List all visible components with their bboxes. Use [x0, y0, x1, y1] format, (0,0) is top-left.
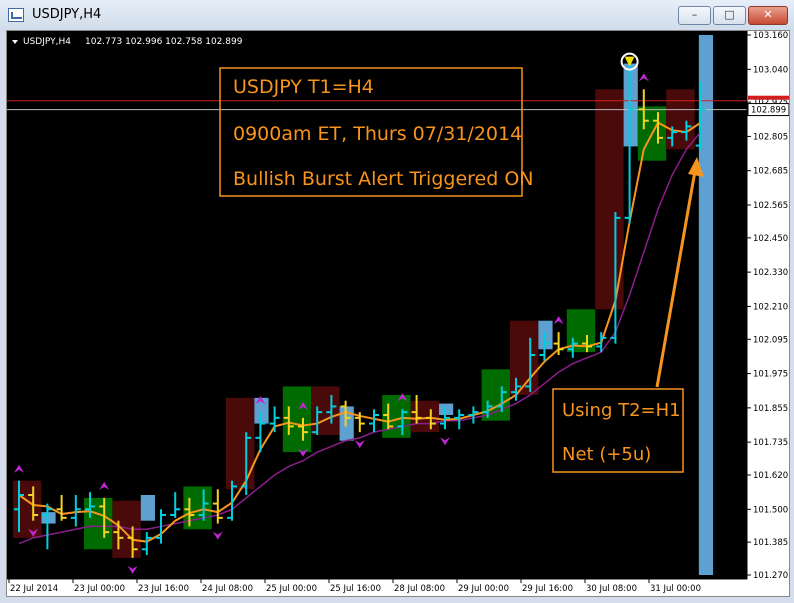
price-tick-label: 102.805: [753, 132, 788, 142]
annotation-line-3: Bullish Burst Alert Triggered ON: [233, 168, 534, 190]
time-axis: 22 Jul 2014 23 Jul 00:00 23 Jul 16:00 24 Ju…: [7, 578, 747, 596]
chart-symbol: USDJPY,H4: [23, 37, 71, 47]
time-tick-label: 25 Jul 16:00: [330, 584, 381, 594]
time-tick-label: 30 Jul 08:00: [586, 584, 637, 594]
arrow-up-marker-icon: [99, 481, 110, 490]
annotation-arrow-line: [655, 170, 697, 388]
zone-maroon: [226, 397, 255, 490]
zone-green: [382, 395, 411, 438]
arrow-up-marker-icon: [553, 316, 564, 325]
maximize-button[interactable]: □: [713, 6, 746, 25]
arrow-down-marker-icon: [127, 565, 138, 574]
zone-blue: [140, 495, 155, 521]
ohlc-bar: [369, 409, 379, 433]
ohlc-bar: [269, 406, 280, 433]
arrow-down-marker-icon: [354, 440, 365, 449]
arrow-down-marker-icon: [440, 437, 450, 446]
price-tick-label: 102.450: [753, 234, 788, 244]
time-tick-label: 23 Jul 16:00: [138, 584, 189, 594]
price-tick-label: 101.855: [753, 404, 788, 414]
zone-green: [84, 497, 113, 550]
ohlc-bar: [212, 489, 223, 524]
ohlc-bar: [170, 492, 181, 518]
arrow-up-marker-icon: [638, 73, 649, 82]
zone-blue: [538, 320, 553, 350]
price-chart[interactable]: USDJPY,H4 102.773 102.996 102.758 102.89…: [7, 31, 790, 596]
price-tick-label: 103.160: [753, 31, 788, 41]
price-tick-label: 101.975: [753, 370, 788, 380]
price-tick-label: 102.685: [753, 167, 788, 177]
zone-maroon: [410, 400, 439, 433]
price-tick-label: 101.735: [753, 438, 788, 448]
price-tick-label: 102.095: [753, 335, 788, 345]
zone-green: [282, 386, 312, 453]
time-tick-label: 23 Jul 00:00: [74, 584, 125, 594]
time-tick-label: 22 Jul 2014: [10, 584, 58, 594]
time-tick-label: 25 Jul 00:00: [266, 584, 317, 594]
price-tick-label: 101.270: [753, 571, 788, 581]
zone-green: [183, 486, 212, 530]
zone-blue: [623, 63, 638, 147]
price-tick-label: 102.210: [753, 302, 788, 312]
zone-blue: [41, 512, 56, 524]
chart-window-icon: [8, 8, 24, 22]
price-tick-label: 101.500: [753, 505, 788, 515]
arrow-up-marker-icon: [14, 464, 24, 473]
terminal-window: USDJPY,H4 – □ ✕ USDJPY,H4 102.773 102.99…: [0, 0, 794, 603]
ohlc-bar: [56, 495, 67, 521]
time-tick-label: 24 Jul 08:00: [202, 584, 253, 594]
time-tick-label: 29 Jul 00:00: [458, 584, 509, 594]
price-tick-label: 102.330: [753, 268, 788, 278]
price-tick-label: 101.385: [753, 538, 788, 548]
annotation-line-4: Using T2=H1: [562, 400, 681, 421]
ohlc-bar: [70, 495, 81, 527]
burst-zones: [13, 35, 714, 575]
ohlc-bar: [42, 503, 53, 550]
zone-blue: [439, 403, 454, 415]
triangle-down-icon[interactable]: [12, 40, 18, 44]
minimize-button[interactable]: –: [678, 6, 711, 25]
annotation-line-2: 0900am ET, Thurs 07/31/2014: [233, 123, 522, 145]
close-button[interactable]: ✕: [748, 6, 788, 25]
zone-maroon: [666, 89, 695, 150]
chart-ohlc: 102.773 102.996 102.758 102.899: [85, 37, 243, 47]
ohlc-bar: [141, 532, 152, 555]
price-tick-label: 101.620: [753, 471, 788, 481]
time-tick-label: 29 Jul 16:00: [522, 584, 573, 594]
arrow-down-marker-icon: [212, 531, 223, 540]
time-tick-label: 28 Jul 08:00: [394, 584, 445, 594]
annotation-line-5: Net (+5u): [562, 444, 651, 465]
window-title: USDJPY,H4: [32, 7, 102, 22]
price-tick-label: 103.040: [753, 65, 788, 75]
red-level-tag: [748, 95, 789, 100]
price-tick-label: 102.565: [753, 201, 788, 211]
annotation-line-1: USDJPY T1=H4: [233, 76, 374, 98]
chart-area[interactable]: USDJPY,H4 102.773 102.996 102.758 102.89…: [6, 30, 790, 597]
price-axis: 103.160103.040102.925102.805102.685102.5…: [746, 31, 790, 596]
zone-maroon: [311, 386, 340, 435]
time-tick-label: 31 Jul 00:00: [650, 584, 701, 594]
current-price-label: 102.899: [751, 106, 786, 116]
window-titlebar[interactable]: USDJPY,H4 – □ ✕: [0, 0, 794, 32]
